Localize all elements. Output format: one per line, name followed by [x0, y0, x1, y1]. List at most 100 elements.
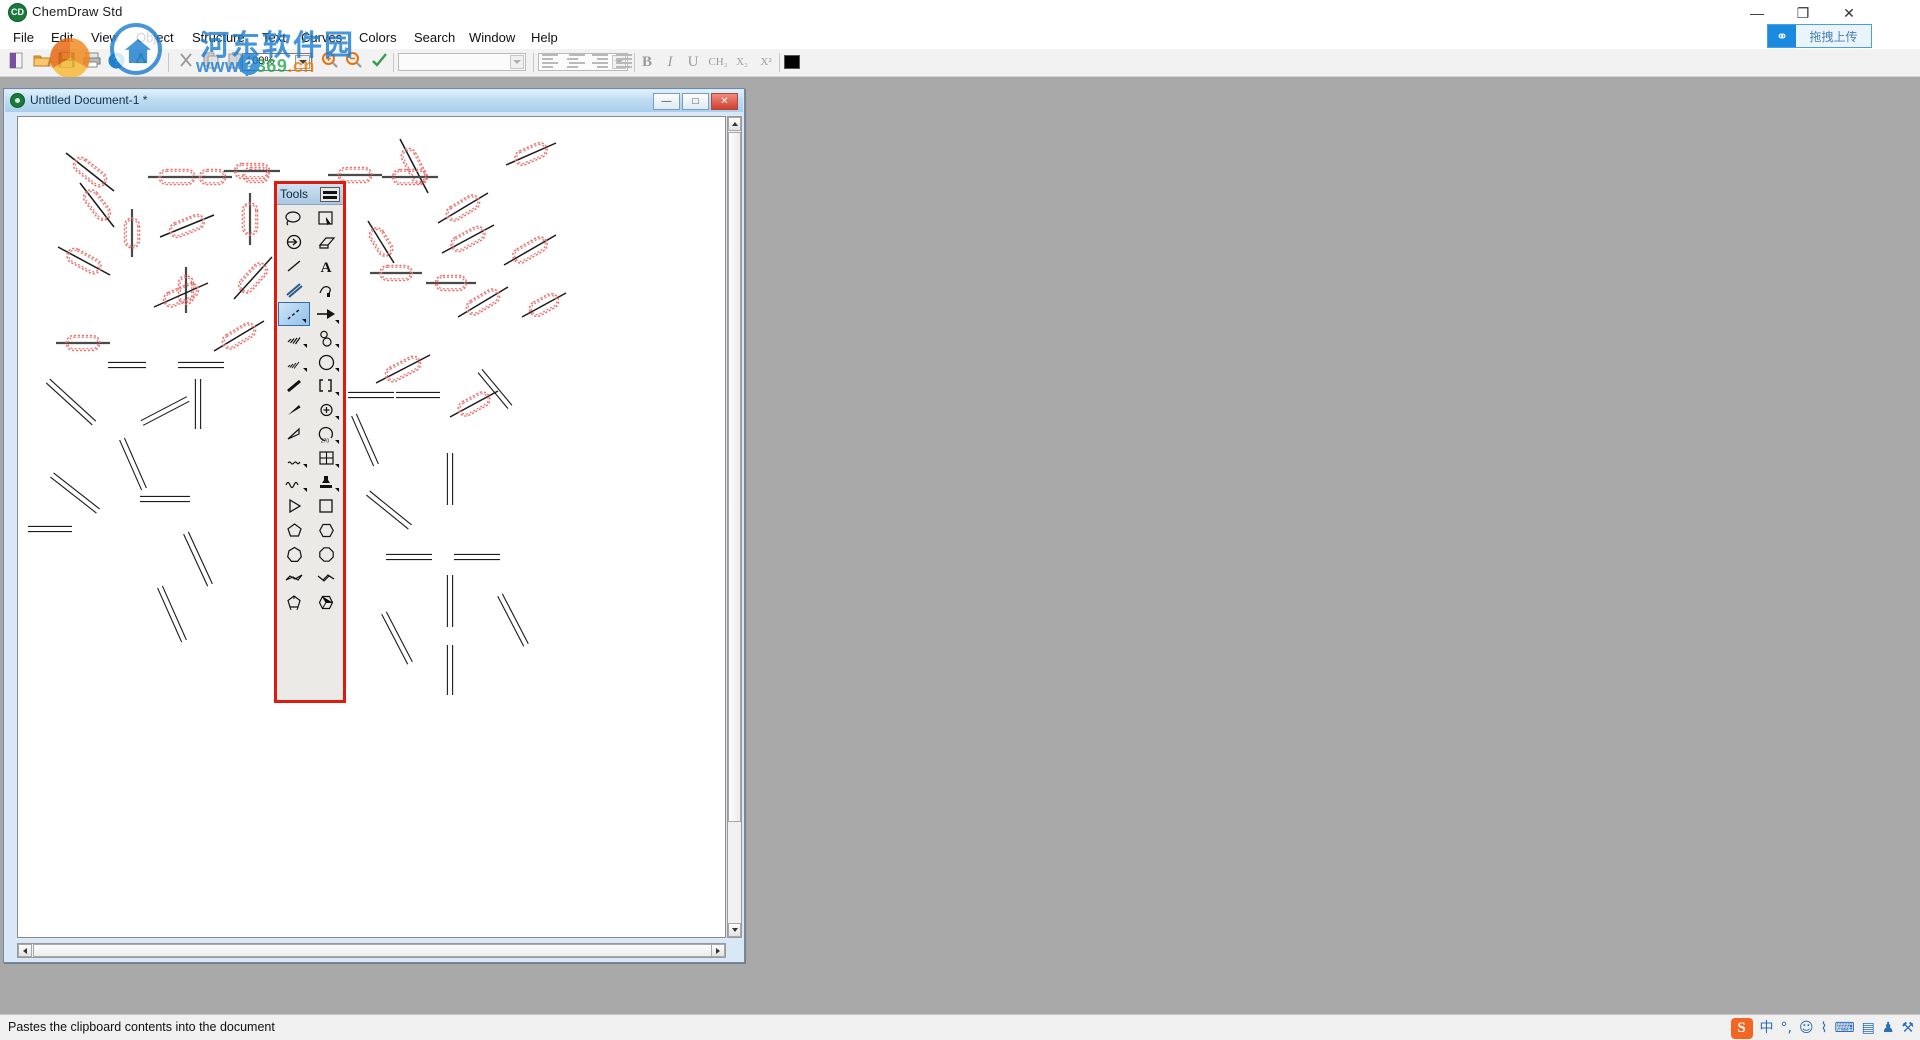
scroll-left-button[interactable] [18, 944, 32, 957]
solid-bond-tool[interactable] [278, 254, 310, 278]
cyclopentane-chair-tool[interactable] [278, 566, 310, 590]
drawing-canvas[interactable] [17, 116, 726, 938]
table-tool[interactable] [310, 446, 342, 470]
document-minimize-button[interactable]: — [653, 93, 680, 110]
text-color-swatch[interactable] [784, 55, 800, 69]
align-left-button[interactable] [539, 52, 561, 73]
menu-item-view[interactable]: View [84, 27, 126, 49]
multiple-bond-tool[interactable] [278, 278, 310, 302]
cyclohexane-3d-tool[interactable] [310, 590, 342, 614]
text-tool[interactable]: A [310, 254, 342, 278]
menu-item-file[interactable]: File [6, 27, 41, 49]
zoom-out-button[interactable] [342, 51, 365, 74]
font-name-combobox[interactable] [398, 53, 526, 71]
double-bond [183, 531, 213, 587]
window-maximize-button[interactable]: ❐ [1780, 0, 1826, 27]
sogou-ime-icon[interactable]: S [1730, 1017, 1753, 1039]
settings-wrench-icon[interactable]: ⚒ [1901, 1021, 1914, 1035]
scroll-right-button[interactable] [711, 944, 725, 957]
punctuation-icon[interactable]: °, [1781, 1021, 1792, 1035]
skin-icon[interactable]: ♟ [1882, 1021, 1895, 1035]
bold-button[interactable]: B [636, 51, 658, 74]
bracket-tool[interactable] [310, 374, 342, 398]
microphone-icon[interactable]: ⌇ [1821, 1021, 1828, 1035]
marquee-select-tool[interactable] [310, 206, 342, 230]
document-maximize-button[interactable]: □ [682, 93, 709, 110]
horizontal-scrollbar[interactable] [17, 943, 726, 958]
align-justify-button[interactable] [613, 52, 635, 73]
menu-item-search[interactable]: Search [407, 27, 462, 49]
template-stamp-tool[interactable] [310, 470, 342, 494]
atom-charge-tool[interactable] [310, 398, 342, 422]
spell-check-button[interactable] [368, 51, 391, 74]
bold-bond-tool[interactable] [278, 374, 310, 398]
cycloheptane-tool[interactable] [278, 542, 310, 566]
menu-item-structure[interactable]: Structure [185, 27, 252, 49]
menu-item-colors[interactable]: Colors [352, 27, 404, 49]
menu-item-object[interactable]: Object [129, 27, 181, 49]
document-close-button[interactable]: ✕ [711, 93, 738, 110]
dashed-bond-tool[interactable] [278, 302, 310, 326]
cyclohexane-chair-tool[interactable] [310, 566, 342, 590]
cut-button[interactable] [175, 51, 198, 74]
menu-item-help[interactable]: Help [524, 27, 565, 49]
pen-tool[interactable] [310, 278, 342, 302]
orbital-tool[interactable] [310, 326, 342, 350]
new-document-button[interactable] [5, 51, 28, 74]
formula-button[interactable]: CH₂ [707, 51, 729, 74]
arc-270-tool[interactable]: 270 [310, 422, 342, 446]
scroll-down-button[interactable] [728, 923, 741, 937]
menu-item-window[interactable]: Window [462, 27, 522, 49]
chevron-down-icon[interactable] [510, 55, 524, 69]
drawing-element-tool[interactable] [310, 350, 342, 374]
wedged-bond-tool[interactable] [278, 398, 310, 422]
document-titlebar[interactable]: Untitled Document-1 * — □ ✕ [5, 90, 743, 112]
open-document-button[interactable] [30, 51, 53, 74]
structure-button[interactable] [130, 51, 153, 74]
zoom-level-combobox[interactable]: 100% [242, 53, 312, 71]
square-tool[interactable] [310, 494, 342, 518]
align-right-button[interactable] [589, 52, 611, 73]
cyclopentane-3d-tool[interactable] [278, 590, 310, 614]
squiggle-bond-tool[interactable] [278, 446, 310, 470]
drag-grip-icon[interactable] [320, 187, 340, 202]
acyclic-chain-tool[interactable] [278, 494, 310, 518]
menu-item-curves[interactable]: Curves [294, 27, 349, 49]
cyclooctane-tool[interactable] [310, 542, 342, 566]
save-document-button[interactable] [55, 51, 78, 74]
italic-button[interactable]: I [659, 51, 681, 74]
hashed-bond-tool[interactable] [278, 326, 310, 350]
superscript-button[interactable]: X² [755, 51, 777, 74]
hashed-wedge-tool[interactable] [278, 350, 310, 374]
subscript-button[interactable]: X₂ [731, 51, 753, 74]
tools-palette-header[interactable]: Tools [277, 184, 343, 205]
help-button[interactable]: ? [105, 51, 128, 74]
emoji-icon[interactable]: ☺ [1799, 1021, 1814, 1035]
cyclopentane-tool[interactable] [278, 518, 310, 542]
copy-button[interactable] [200, 51, 223, 74]
horizontal-scroll-thumb[interactable] [33, 944, 713, 957]
cyclohexane-tool[interactable] [310, 518, 342, 542]
menu-item-text[interactable]: Text [255, 27, 293, 49]
menu-item-edit[interactable]: Edit [44, 27, 80, 49]
chinese-mode-icon[interactable]: 中 [1760, 1021, 1774, 1035]
zoom-in-button[interactable] [318, 51, 341, 74]
vertical-scroll-thumb[interactable] [728, 132, 741, 822]
align-center-button[interactable] [564, 52, 586, 73]
underline-button[interactable]: U [682, 51, 704, 74]
eraser-tool[interactable] [310, 230, 342, 254]
arrow-tool[interactable] [310, 302, 342, 326]
print-button[interactable] [80, 51, 103, 74]
keyboard-icon[interactable]: ⌨ [1834, 1021, 1854, 1035]
window-close-button[interactable]: ✕ [1826, 0, 1872, 27]
window-minimize-button[interactable]: — [1734, 0, 1780, 27]
vertical-scrollbar[interactable] [727, 116, 742, 938]
lasso-select-tool[interactable] [278, 206, 310, 230]
baidu-upload-pill[interactable]: ⚭ 拖拽上传 [1767, 24, 1872, 48]
structure-perspective-tool[interactable] [278, 230, 310, 254]
chain-tool[interactable] [278, 470, 310, 494]
hollow-wedge-tool[interactable] [278, 422, 310, 446]
contacts-icon[interactable]: ▤ [1862, 1021, 1875, 1035]
chevron-down-icon[interactable] [295, 55, 310, 69]
scroll-up-button[interactable] [728, 117, 741, 131]
